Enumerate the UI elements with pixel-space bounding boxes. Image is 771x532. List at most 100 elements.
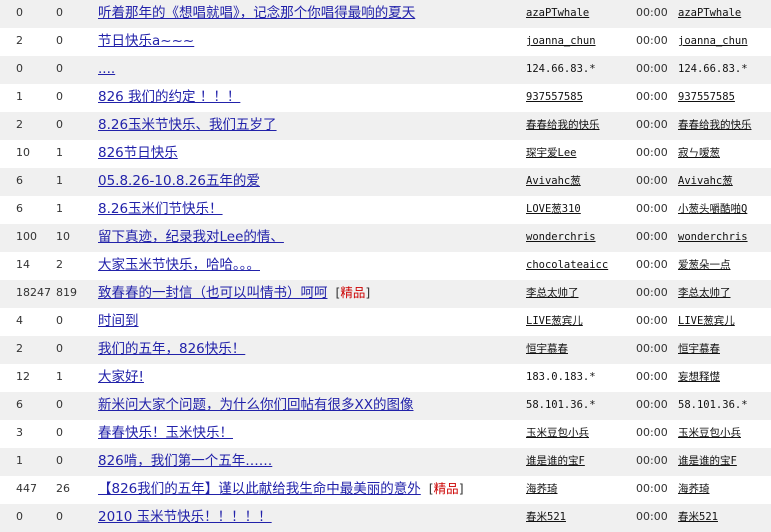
thread-title-link[interactable]: 致春春的一封信（也可以叫情书）呵呵 [98,285,328,301]
author-link: 183.0.183.* [526,371,596,383]
last-poster-link[interactable]: Avivahc葱 [678,175,733,187]
author-link[interactable]: 春春给我的快乐 [526,119,600,131]
author-link[interactable]: Avivahc葱 [526,175,581,187]
thread-title-link[interactable]: 时间到 [98,313,139,329]
author-cell: LIVE葱宾儿 [526,308,631,336]
author-cell: 玉米豆包小兵 [526,420,631,448]
author-link[interactable]: 恒宇慕春 [526,343,568,355]
author-cell: 58.101.36.* [526,392,631,420]
last-poster-link: 124.66.83.* [678,63,748,75]
last-reply-time: 00:00 [636,342,668,355]
thread-title-cell: 新米问大家个问题，为什么你们回帖有很多XX的图像 [98,392,518,420]
last-poster-cell: 玉米豆包小兵 [678,420,770,448]
digest-badge-label: 精品 [340,285,366,300]
last-poster-link[interactable]: azaPTwhale [678,7,741,19]
last-poster-link[interactable]: 玉米豆包小兵 [678,427,741,439]
last-poster-link[interactable]: 春米521 [678,511,718,523]
thread-title-link[interactable]: 大家好! [98,369,144,385]
thread-row: 1 0 826 我们的约定 ！！！ 937557585 00:00 937557585 [0,84,771,112]
view-count: 819 [56,286,77,299]
thread-title-link[interactable]: 8.26玉米们节快乐！ [98,201,223,217]
author-link[interactable]: 937557585 [526,91,583,103]
thread-title-cell: 826啃，我们第一个五年…… [98,448,518,476]
last-poster-cell: 小葱头嚼酷啪Q [678,196,770,224]
last-poster-link[interactable]: 妄想释憷 [678,371,720,383]
reply-count: 18247 [16,286,51,299]
author-link[interactable]: LIVE葱宾儿 [526,315,583,327]
thread-title-link[interactable]: 我们的五年，826快乐！ [98,341,245,357]
thread-row: 1 0 826啃，我们第一个五年…… 谁是谁的宝F 00:00 谁是谁的宝F [0,448,771,476]
thread-title-link[interactable]: 8.26玉米节快乐、我们五岁了 [98,117,277,133]
thread-row: 6 1 8.26玉米们节快乐！ LOVE葱310 00:00 小葱头嚼酷啪Q [0,196,771,224]
author-link[interactable]: 李总太帅了 [526,287,579,299]
last-reply-time: 00:00 [636,34,668,47]
author-cell: chocolateaicc [526,252,631,280]
last-reply-time: 00:00 [636,510,668,523]
thread-title-link[interactable]: .... [98,61,115,77]
view-count: 0 [56,6,63,19]
thread-title-link[interactable]: 2010 玉米节快乐！！！！！ [98,509,272,525]
last-poster-link[interactable]: 爱葱朵一点 [678,259,731,271]
author-cell: 春春给我的快乐 [526,112,631,140]
last-poster-link[interactable]: 春春给我的快乐 [678,119,752,131]
last-poster-link[interactable]: 海荞琦 [678,483,710,495]
thread-title-link[interactable]: 听着那年的《想唱就唱》，记念那个你唱得最响的夏天 [98,5,415,21]
author-link[interactable]: chocolateaicc [526,259,608,271]
thread-title-cell: 听着那年的《想唱就唱》，记念那个你唱得最响的夏天 [98,0,518,28]
author-link[interactable]: 琛宇爱Lee [526,147,576,159]
thread-title-link[interactable]: 05.8.26-10.8.26五年的爱 [98,173,260,189]
reply-count: 6 [16,174,23,187]
author-link[interactable]: 谁是谁的宝F [526,455,585,467]
last-poster-cell: 爱葱朵一点 [678,252,770,280]
last-reply-time: 00:00 [636,426,668,439]
last-poster-cell: 妄想释憷 [678,364,770,392]
last-poster-link[interactable]: 937557585 [678,91,735,103]
last-reply-time: 00:00 [636,118,668,131]
view-count: 10 [56,230,70,243]
thread-title-cell: 05.8.26-10.8.26五年的爱 [98,168,518,196]
last-poster-cell: joanna_chun [678,28,770,56]
author-link[interactable]: joanna_chun [526,35,596,47]
thread-title-link[interactable]: 【826我们的五年】谨以此献给我生命中最美丽的意外 [98,481,421,497]
last-poster-cell: 恒宇慕春 [678,336,770,364]
author-link[interactable]: LOVE葱310 [526,203,581,215]
last-poster-link[interactable]: joanna_chun [678,35,748,47]
thread-title-link[interactable]: 春春快乐！玉米快乐！ [98,425,233,441]
last-poster-cell: 春米521 [678,504,770,532]
last-reply-time: 00:00 [636,314,668,327]
view-count: 1 [56,370,63,383]
last-poster-link[interactable]: 小葱头嚼酷啪Q [678,203,747,215]
thread-title-link[interactable]: 节日快乐a~~~ [98,33,194,49]
last-poster-link[interactable]: wonderchris [678,231,748,243]
view-count: 1 [56,146,63,159]
last-poster-link[interactable]: 李总太帅了 [678,287,731,299]
thread-title-link[interactable]: 留下真迹，纪录我对Lee的情、 [98,229,284,245]
thread-row: 18247 819 致春春的一封信（也可以叫情书）呵呵 [精品] 李总太帅了 00:00 李… [0,280,771,308]
thread-row: 0 0 听着那年的《想唱就唱》，记念那个你唱得最响的夏天 azaPTwhale 00:0… [0,0,771,28]
last-poster-cell: 春春给我的快乐 [678,112,770,140]
author-link[interactable]: azaPTwhale [526,7,589,19]
author-link: 58.101.36.* [526,399,596,411]
author-link[interactable]: wonderchris [526,231,596,243]
author-link[interactable]: 玉米豆包小兵 [526,427,589,439]
thread-title-link[interactable]: 826啃，我们第一个五年…… [98,453,272,469]
thread-title-link[interactable]: 826节日快乐 [98,145,178,161]
last-poster-link[interactable]: 恒宇慕春 [678,343,720,355]
last-poster-cell: 937557585 [678,84,770,112]
last-reply-time: 00:00 [636,454,668,467]
last-poster-link[interactable]: 寂ㄣ嗳葱 [678,147,720,159]
last-poster-link[interactable]: LIVE葱宾儿 [678,315,735,327]
thread-row: 0 0.... 124.66.83.* 00:00 124.66.83.* [0,56,771,84]
author-cell: 琛宇爱Lee [526,140,631,168]
thread-title-cell: 826 我们的约定 ！！！ [98,84,518,112]
last-poster-cell: 58.101.36.* [678,392,770,420]
thread-title-link[interactable]: 大家玉米节快乐，哈哈。。。 [98,257,260,273]
author-link[interactable]: 春米521 [526,511,566,523]
reply-count: 2 [16,342,23,355]
author-link[interactable]: 海荞琦 [526,483,558,495]
thread-title-link[interactable]: 新米问大家个问题，为什么你们回帖有很多XX的图像 [98,397,414,413]
thread-title-link[interactable]: 826 我们的约定 ！！！ [98,89,240,105]
author-cell: 124.66.83.* [526,56,631,84]
last-poster-cell: 谁是谁的宝F [678,448,770,476]
last-poster-link[interactable]: 谁是谁的宝F [678,455,737,467]
